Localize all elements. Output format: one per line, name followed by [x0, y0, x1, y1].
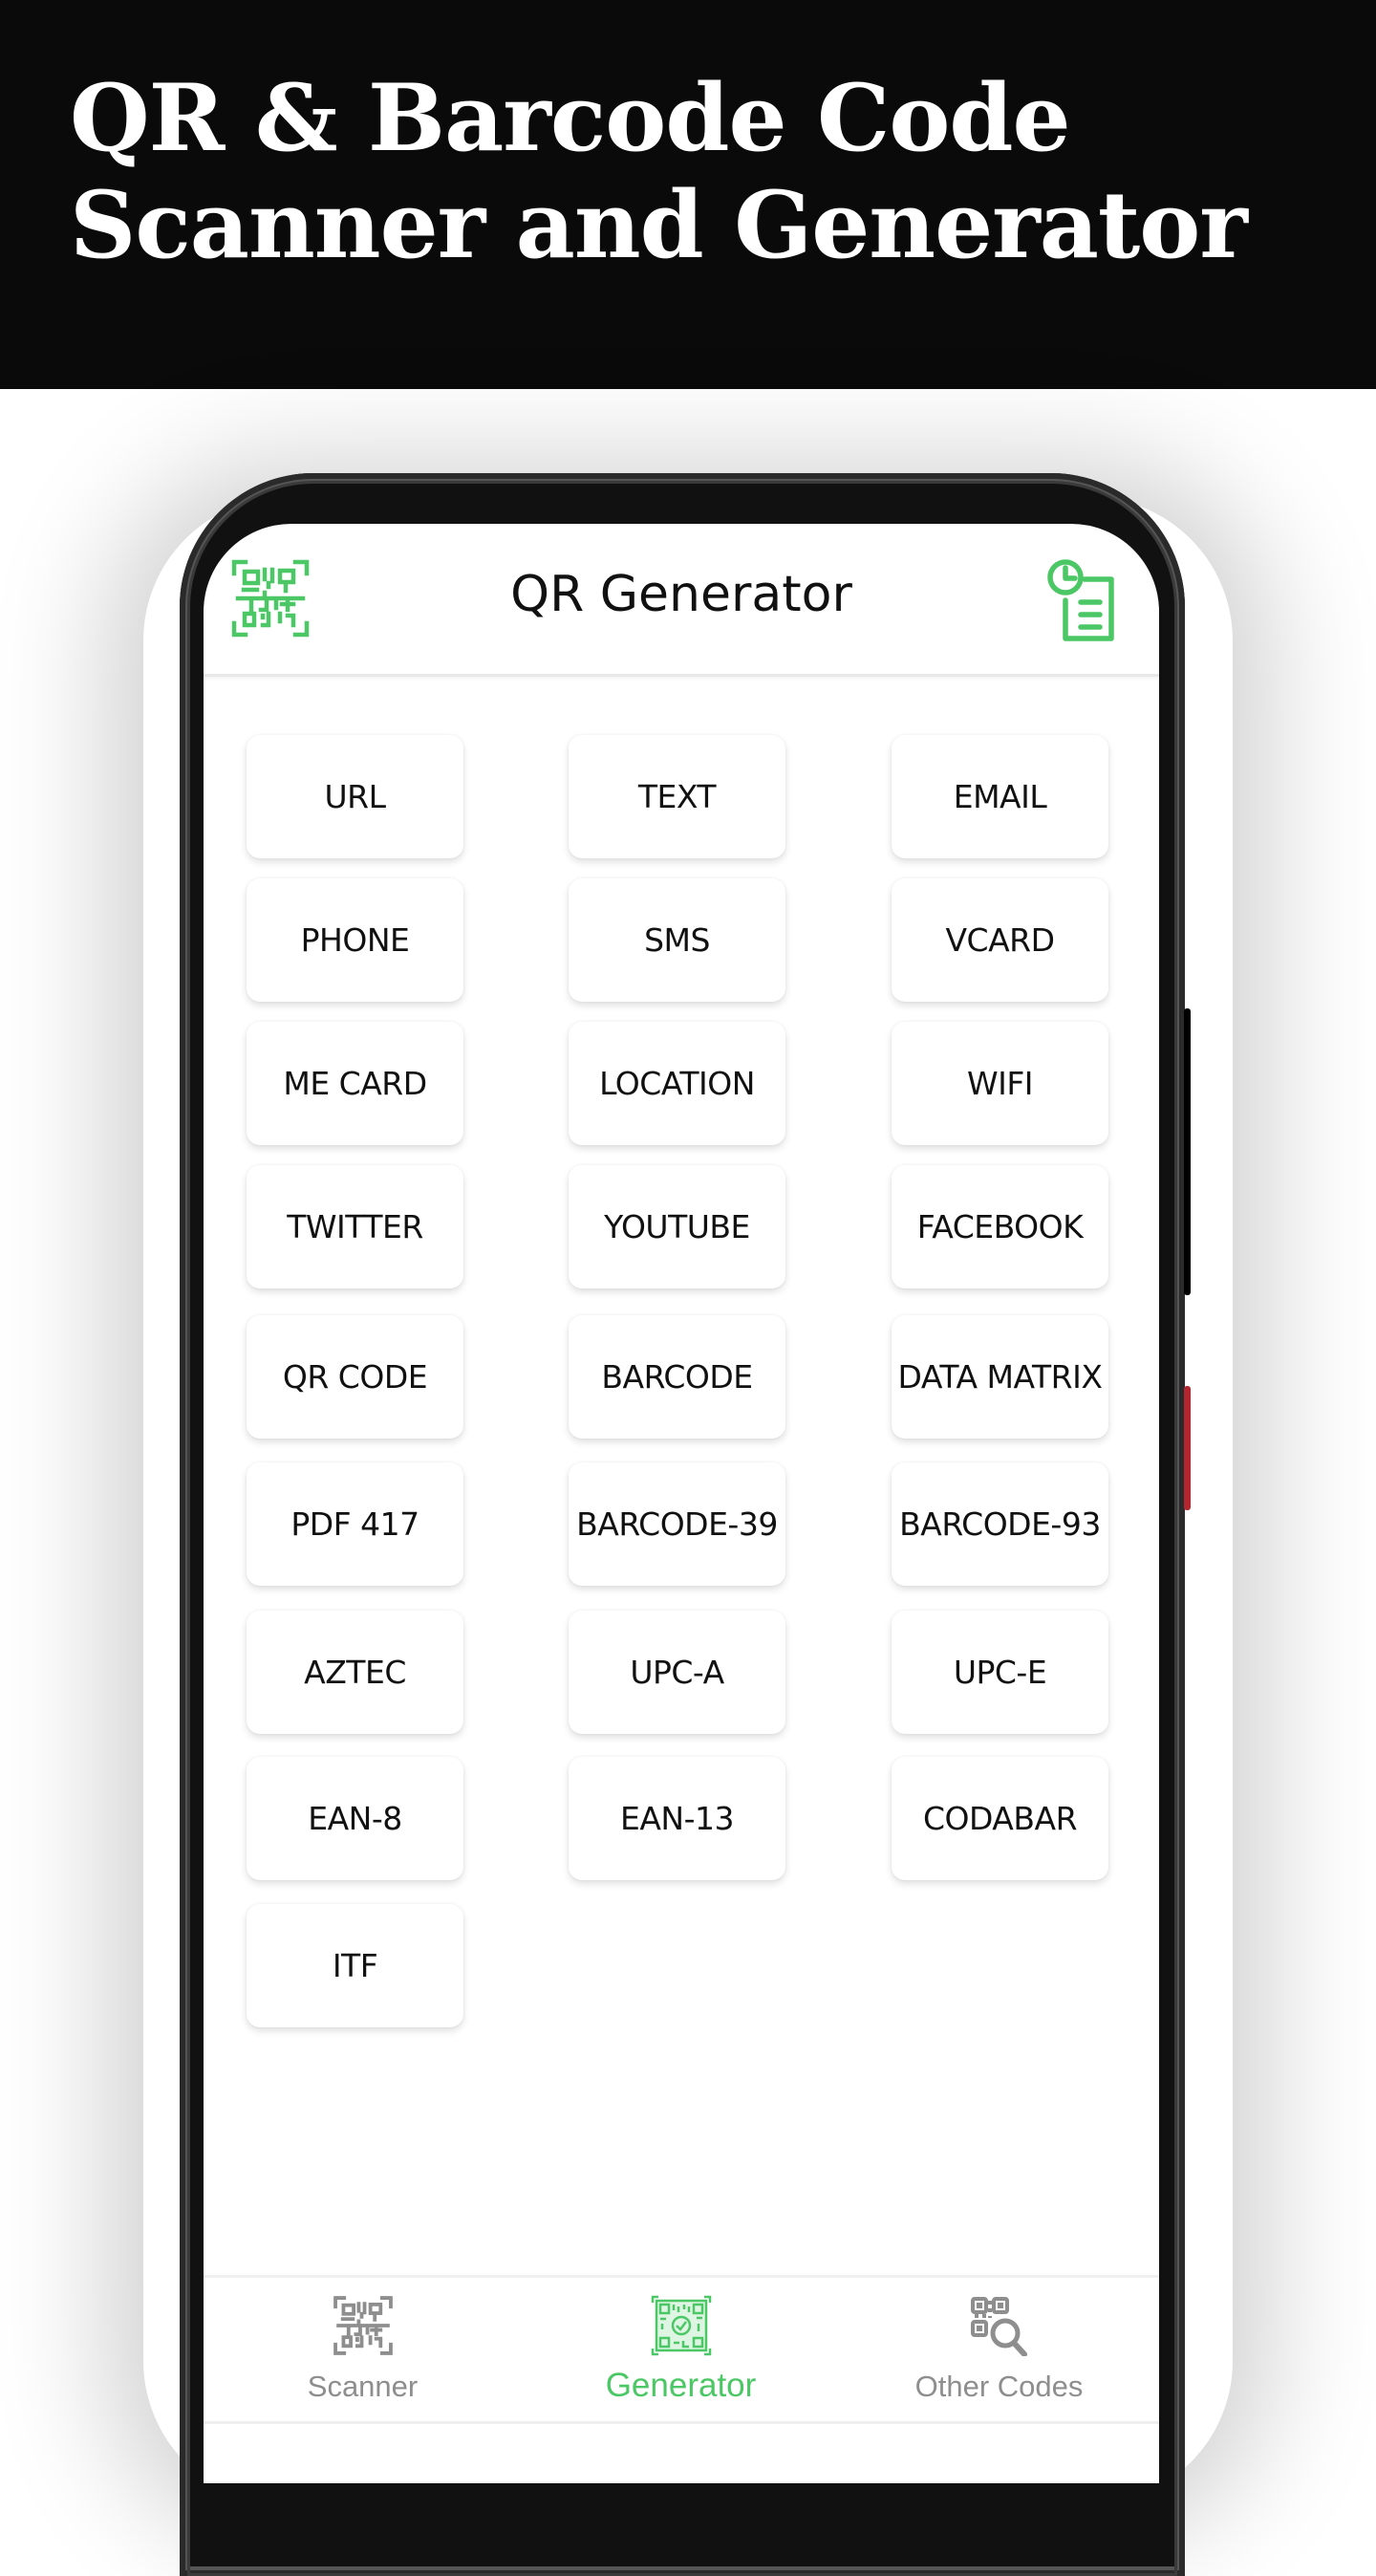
code-type-button-sms[interactable]: SMS [569, 878, 785, 1002]
code-type-button-youtube[interactable]: YOUTUBE [569, 1165, 785, 1288]
code-type-button-location[interactable]: LOCATION [569, 1022, 785, 1145]
code-type-button-vcard[interactable]: VCARD [892, 878, 1108, 1002]
code-type-button-wifi[interactable]: WIFI [892, 1022, 1108, 1145]
nav-label-other-codes: Other Codes [914, 2370, 1084, 2403]
app-screen: QR Generator URL TEXT EMAIL PHONE SMS VCARD ME… [204, 524, 1159, 2483]
nav-item-scanner[interactable]: Scanner [204, 2278, 522, 2421]
code-type-button-barcode-93[interactable]: BARCODE-93 [892, 1462, 1108, 1586]
nav-item-other-codes[interactable]: Other Codes [840, 2278, 1158, 2421]
code-type-button-twitter[interactable]: TWITTER [247, 1165, 463, 1288]
code-type-button-phone[interactable]: PHONE [247, 878, 463, 1002]
app-title: QR Generator [510, 566, 852, 623]
code-type-button-pdf-417[interactable]: PDF 417 [247, 1462, 463, 1586]
code-type-button-barcode[interactable]: BARCODE [569, 1315, 785, 1439]
code-type-button-ean-8[interactable]: EAN-8 [247, 1757, 463, 1880]
code-type-button-aztec[interactable]: AZTEC [247, 1611, 463, 1734]
history-icon[interactable] [1046, 558, 1119, 644]
nav-label-generator: Generator [605, 2367, 757, 2404]
code-type-button-me-card[interactable]: ME CARD [247, 1022, 463, 1145]
code-type-button-qr-code[interactable]: QR CODE [247, 1315, 463, 1439]
code-type-button-barcode-39[interactable]: BARCODE-39 [569, 1462, 785, 1586]
code-type-button-codabar[interactable]: CODABAR [892, 1757, 1108, 1880]
banner-title-line-1: QR & Barcode Code [70, 64, 1071, 172]
volume-button [1184, 1008, 1191, 1295]
banner-title-line-2: Scanner and Generator [70, 171, 1248, 279]
code-type-button-data-matrix[interactable]: DATA MATRIX [892, 1315, 1108, 1439]
code-type-button-ean-13[interactable]: EAN-13 [569, 1757, 785, 1880]
promo-banner: QR & Barcode Code Scanner and Generator [0, 0, 1376, 389]
code-type-button-facebook[interactable]: FACEBOOK [892, 1165, 1108, 1288]
code-type-button-text[interactable]: TEXT [569, 735, 785, 858]
code-type-button-email[interactable]: EMAIL [892, 735, 1108, 858]
bottom-nav: Scanner Generator Other Codes [204, 2275, 1159, 2424]
code-type-button-url[interactable]: URL [247, 735, 463, 858]
qr-generate-icon [651, 2295, 712, 2356]
app-header: QR Generator [204, 524, 1159, 677]
qr-scan-icon [333, 2295, 394, 2356]
code-type-button-itf[interactable]: ITF [247, 1904, 463, 2027]
nav-item-generator[interactable]: Generator [522, 2278, 840, 2421]
code-type-button-upc-a[interactable]: UPC-A [569, 1611, 785, 1734]
nav-label-scanner: Scanner [307, 2370, 419, 2403]
power-button [1184, 1386, 1191, 1510]
qr-search-icon [969, 2295, 1030, 2357]
code-type-button-upc-e[interactable]: UPC-E [892, 1611, 1108, 1734]
banner-title: QR & Barcode Code Scanner and Generator [70, 64, 1248, 279]
